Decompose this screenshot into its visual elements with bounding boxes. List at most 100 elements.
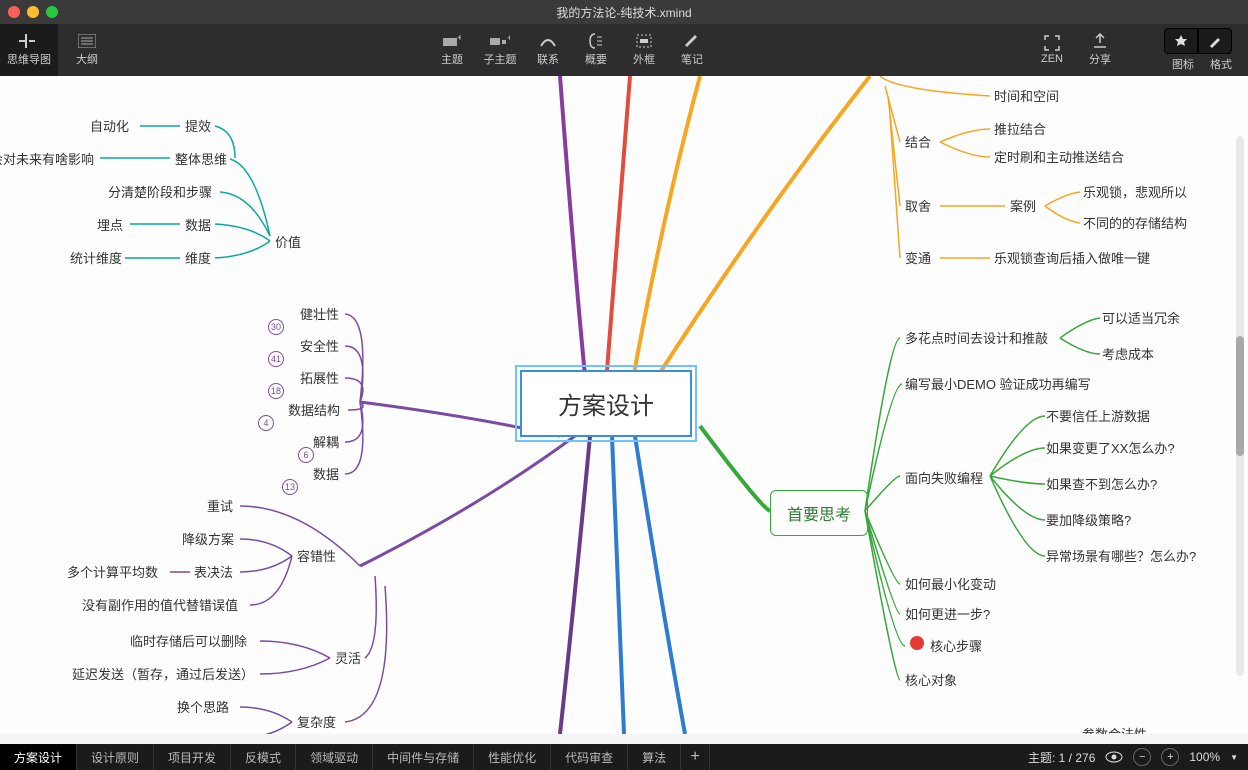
view-mindmap-button[interactable]: 思维导图 <box>0 24 58 76</box>
topic-count-badge[interactable]: 4 <box>258 415 274 431</box>
mindmap-node[interactable]: 统计维度 <box>70 248 122 267</box>
mindmap-node[interactable]: 如果查不到怎么办? <box>1046 474 1157 493</box>
mindmap-node[interactable]: 容错性 <box>297 546 336 565</box>
share-button[interactable]: 分享 <box>1076 24 1124 76</box>
add-sheet-button[interactable]: + <box>681 744 710 770</box>
mindmap-node[interactable]: 异常场景有哪些？怎么办? <box>1046 546 1196 565</box>
status-topic-count: 主题: 1 / 276 <box>1028 749 1095 766</box>
topic-count-badge[interactable]: 41 <box>268 351 284 367</box>
mindmap-node[interactable]: 如果变更了XX怎么办? <box>1046 438 1175 457</box>
mindmap-node[interactable]: 变通 <box>905 248 931 267</box>
mindmap-node[interactable]: 乐观锁查询后插入做唯一键 <box>994 248 1150 267</box>
zoom-dropdown-icon[interactable]: ▼ <box>1230 753 1238 762</box>
subtopic-button[interactable]: + 子主题 <box>476 24 524 76</box>
star-icon <box>1174 34 1188 48</box>
mindmap-node[interactable]: 如何最小化变动 <box>905 574 996 593</box>
mindmap-node[interactable]: 推拉结合 <box>994 119 1046 138</box>
mindmap-node[interactable]: 数据结构 <box>288 400 340 419</box>
mindmap-node[interactable]: 重试 <box>207 496 233 515</box>
sheet-tab[interactable]: 设计原则 <box>77 744 154 770</box>
mindmap-node[interactable]: 不要信任上游数据 <box>1046 406 1150 425</box>
eye-icon[interactable] <box>1105 751 1123 763</box>
mindmap-node[interactable]: 复杂度 <box>297 712 336 731</box>
scrollbar-thumb[interactable] <box>1236 336 1244 456</box>
mindmap-node[interactable]: 可以适当冗余 <box>1102 308 1180 327</box>
mindmap-node[interactable]: 表决法 <box>194 562 233 581</box>
mindmap-node[interactable]: 临时存储后可以删除 <box>130 631 247 650</box>
topic-button[interactable]: + 主题 <box>428 24 476 76</box>
relation-button[interactable]: 联系 <box>524 24 572 76</box>
boundary-button[interactable]: 外框 <box>620 24 668 76</box>
mindmap-node[interactable]: 数据 <box>313 464 339 483</box>
sheet-tab[interactable]: 代码审查 <box>551 744 628 770</box>
sheet-tab[interactable]: 项目开发 <box>154 744 231 770</box>
minimize-icon[interactable] <box>27 6 39 18</box>
mindmap-node[interactable]: 核心步骤 <box>930 636 982 655</box>
mindmap-node[interactable]: 自动化 <box>90 116 129 135</box>
marker-icon <box>910 636 924 650</box>
mindmap-node[interactable]: 如何更进一步? <box>905 604 990 623</box>
mindmap-node[interactable]: 解耦 <box>313 432 339 451</box>
share-icon <box>1090 33 1110 49</box>
close-icon[interactable] <box>8 6 20 18</box>
mindmap-node[interactable]: 数据 <box>185 215 211 234</box>
topic-count-badge[interactable]: 6 <box>298 447 314 463</box>
mindmap-canvas[interactable]: 方案设计 首要思考 自动化提效会对未来有啥影响整体思维分清楚阶段和步骤埋点数据统… <box>0 76 1248 734</box>
zoom-level[interactable]: 100% <box>1189 750 1220 764</box>
mindmap-node[interactable]: 定时刷和主动推送结合 <box>994 147 1124 166</box>
view-outline-button[interactable]: 大纲 <box>58 24 116 76</box>
mindmap-node[interactable]: 换个思路 <box>177 697 229 716</box>
mindmap-node[interactable]: 埋点 <box>97 215 123 234</box>
maximize-icon[interactable] <box>46 6 58 18</box>
mindmap-node[interactable]: 降级方案 <box>182 529 234 548</box>
mindmap-node[interactable]: 核心对象 <box>905 670 957 689</box>
mindmap-node[interactable]: 取舍 <box>905 196 931 215</box>
relation-icon <box>538 33 558 49</box>
topic-count-badge[interactable]: 13 <box>282 479 298 495</box>
mindmap-node[interactable]: 编写最小DEMO 验证成功再编写 <box>905 374 1091 393</box>
summary-button[interactable]: 概要 <box>572 24 620 76</box>
mindmap-node[interactable]: 时间和空间 <box>994 86 1059 105</box>
mindmap-node[interactable]: 没有副作用的值代替错误值 <box>82 595 238 614</box>
primary-topic-first-think[interactable]: 首要思考 <box>770 490 868 536</box>
mindmap-node[interactable]: 多花点时间去设计和推敲 <box>905 328 1048 347</box>
mindmap-node[interactable]: 多个计算平均数 <box>67 562 158 581</box>
mindmap-node[interactable]: 安全性 <box>300 336 339 355</box>
mindmap-node[interactable]: 参数合法性 <box>1082 724 1147 734</box>
topic-count-badge[interactable]: 18 <box>268 383 284 399</box>
sheet-tab[interactable]: 算法 <box>628 744 681 770</box>
zoom-out-button[interactable]: − <box>1133 748 1151 766</box>
icons-panel-button[interactable] <box>1164 28 1198 54</box>
zen-button[interactable]: ZEN <box>1028 24 1076 76</box>
format-panel-button[interactable] <box>1198 28 1232 54</box>
central-topic[interactable]: 方案设计 <box>520 370 692 437</box>
zoom-in-button[interactable]: + <box>1161 748 1179 766</box>
note-button[interactable]: 笔记 <box>668 24 716 76</box>
mindmap-node[interactable]: 拓展性 <box>300 368 339 387</box>
mindmap-node[interactable]: 灵活 <box>335 648 361 667</box>
sheet-tab[interactable]: 反模式 <box>231 744 296 770</box>
mindmap-node[interactable]: 会对未来有啥影响 <box>0 149 94 168</box>
mindmap-node[interactable]: 考虑成本 <box>1102 344 1154 363</box>
sheet-tab[interactable]: 方案设计 <box>0 744 77 770</box>
boundary-icon <box>634 33 654 49</box>
mindmap-node[interactable]: 面向失败编程 <box>905 468 983 487</box>
mindmap-node[interactable]: 维度 <box>185 248 211 267</box>
mindmap-node[interactable]: 分清楚阶段和步骤 <box>108 182 212 201</box>
mindmap-node[interactable]: 不同的的存储结构 <box>1083 213 1187 232</box>
mindmap-node[interactable]: 要加降级策略? <box>1046 510 1131 529</box>
mindmap-node[interactable]: 乐观锁，悲观所以 <box>1083 182 1187 201</box>
mindmap-node[interactable]: 案例 <box>1010 196 1036 215</box>
topic-count-badge[interactable]: 30 <box>268 319 284 335</box>
sheet-tab[interactable]: 中间件与存储 <box>373 744 474 770</box>
mindmap-node[interactable]: 结合 <box>905 132 931 151</box>
mindmap-node[interactable]: 延迟发送（暂存，通过后发送） <box>72 664 254 683</box>
mindmap-node[interactable]: 整体思维 <box>175 149 227 168</box>
mindmap-node[interactable]: 任务分解 <box>177 730 229 734</box>
sheet-tab[interactable]: 性能优化 <box>474 744 551 770</box>
mindmap-node[interactable]: 健壮性 <box>300 304 339 323</box>
sheet-tab[interactable]: 领域驱动 <box>296 744 373 770</box>
mindmap-node[interactable]: 价值 <box>275 232 301 251</box>
titlebar: 我的方法论-纯技术.xmind <box>0 0 1248 24</box>
mindmap-node[interactable]: 提效 <box>185 116 211 135</box>
